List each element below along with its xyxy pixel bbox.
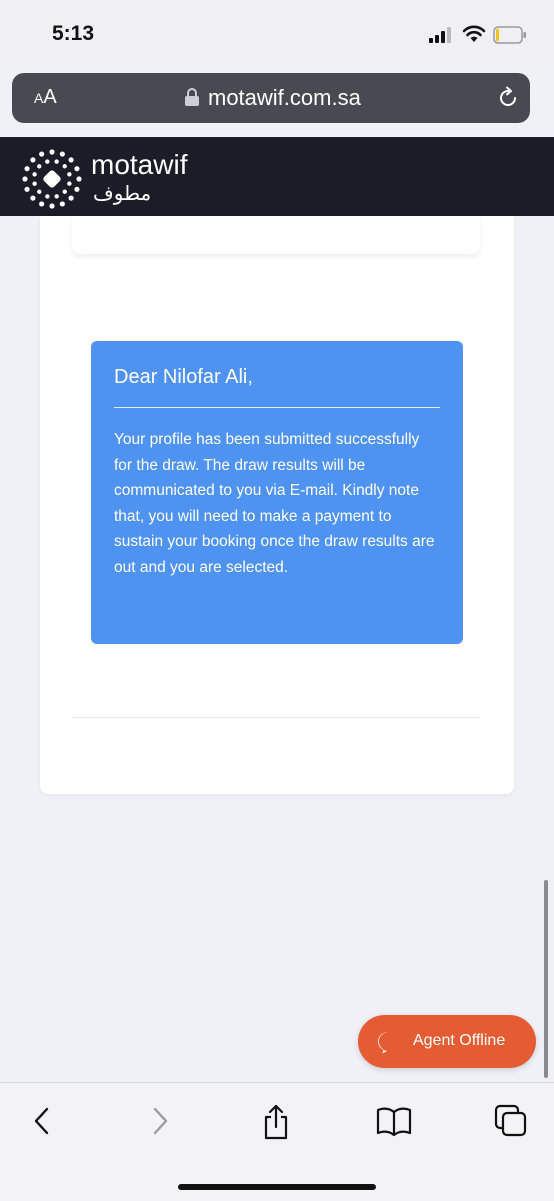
message-body: Your profile has been submitted successf… [114,431,435,576]
home-indicator [178,1184,376,1190]
message-divider [114,407,440,408]
cellular-signal-icon [429,27,451,43]
status-time: 5:13 [52,22,95,45]
site-header: motawif مطوف [0,137,554,216]
footer-divider [72,717,480,718]
browser-toolbar [0,1082,554,1201]
page-card: Dear Nilofar Ali, Your profile has been … [40,216,514,794]
chat-bubble-icon [377,1032,395,1054]
tabs-icon[interactable] [493,1103,529,1139]
reader-text-size-button[interactable]: AA [34,86,57,109]
back-icon[interactable] [28,1103,56,1139]
logo-arabic-text: مطوف [93,183,152,205]
greeting-text: Dear Nilofar Ali, [114,366,253,388]
agent-chat-button[interactable]: Agent Offline [358,1015,536,1068]
agent-status-label: Agent Offline [413,1032,506,1049]
address-bar[interactable]: AA motawif.com.sa [12,73,530,123]
scrollbar[interactable] [544,880,548,1078]
wifi-icon [462,25,486,42]
submission-message-box: Dear Nilofar Ali, Your profile has been … [91,341,463,644]
lock-icon [185,88,199,106]
logo-text[interactable]: motawif [91,149,187,181]
status-bar: 5:13 [0,0,554,70]
battery-icon [493,26,526,44]
bookmarks-icon[interactable] [375,1103,413,1139]
share-icon[interactable] [260,1103,292,1141]
previous-card-bottom [72,216,480,254]
reload-icon[interactable] [496,86,520,110]
forward-icon[interactable] [146,1103,174,1139]
motawif-logo-icon[interactable] [20,147,84,211]
url-text[interactable]: motawif.com.sa [208,85,361,111]
